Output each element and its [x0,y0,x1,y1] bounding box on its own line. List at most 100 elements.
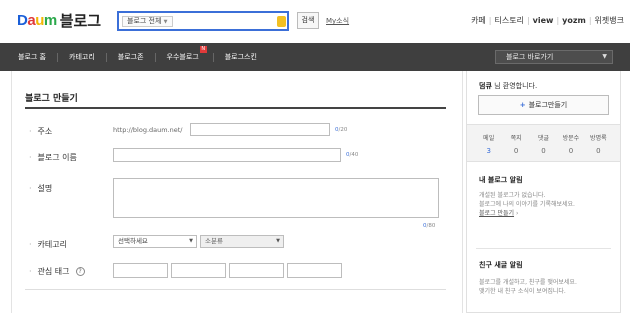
category-select-value: 선택하세요 [118,237,148,245]
subcategory-select-value: 소분류 [205,237,223,245]
subcategory-select[interactable]: 소분류 ▼ [200,235,284,248]
address-input[interactable] [190,123,330,136]
divider [57,52,58,62]
logo-letter-d: D [17,12,28,29]
link-tistory[interactable]: 티스토리 [495,15,524,26]
search-scope-label: 블로그 전체 [127,17,162,25]
stat-value: 3 [486,147,491,155]
tag-input-2[interactable] [171,263,226,278]
chevron-down-icon: ▼ [276,238,280,244]
stat-label: 메일 [483,135,495,142]
stat-label: 방명록 [590,135,607,142]
nav-best-blogs[interactable]: 우수블로그 N [167,46,207,62]
top-header: Daum 블로그 블로그 전체 ▼ 검색 My소식 카페 | 티스토리 | vi… [0,0,630,43]
description-label: 설명 [29,183,53,194]
friend-posts-title: 친구 새글 알림 [479,261,523,269]
nav-blog-zone[interactable]: 블로그존 [118,52,144,62]
link-yozm[interactable]: yozm [562,16,586,25]
new-badge: N [199,46,207,53]
address-counter: 0/20 [335,127,347,133]
stat-notes[interactable]: 쪽지 0 [502,125,529,161]
blog-name-counter: 0/40 [346,152,358,158]
blog-name-input[interactable] [113,148,341,162]
my-blog-alert-line2: 블로그에 나의 이야기를 기록해보세요. [479,201,575,208]
page-title: 블로그 만들기 [25,94,78,104]
blog-logo-text: 블로그 [59,12,102,30]
divider: | [526,16,530,25]
search-scope-select[interactable]: 블로그 전체 ▼ [122,16,173,27]
stat-mail[interactable]: 메일 3 [475,125,502,161]
link-cafe[interactable]: 카페 [471,15,486,26]
search-box: 블로그 전체 ▼ [117,11,289,31]
friend-posts-text: 블로그를 개설하고, 친구를 맺어보세요. 맺기한 내 친구 소식이 보여집니다… [479,278,614,296]
service-links: 카페 | 티스토리 | view | yozm | 위젯뱅크 [471,15,624,26]
chevron-right-icon: › [514,210,519,217]
description-counter: 0/80 [423,223,435,229]
main-nav: 블로그 홈 카테고리 블로그존 우수블로그 N 블로그스킨 블로그 바로가기 ▼ [0,43,630,71]
tag-input-1[interactable] [113,263,168,278]
welcome-message: 덤큐 님 환영합니다. [479,81,537,91]
tag-input-4[interactable] [287,263,342,278]
stat-label: 방문수 [562,135,580,142]
search-input[interactable] [179,15,279,28]
divider [105,52,107,62]
link-widgetbank[interactable]: 위젯뱅크 [595,15,624,26]
title-divider [25,107,446,109]
address-max: /20 [338,127,348,133]
blog-shortcut-label: 블로그 바로가기 [506,53,554,61]
category-select[interactable]: 선택하세요 ▼ [113,235,197,248]
plus-icon: + [519,101,526,109]
interest-tags-label: 관심 태그? [29,266,85,277]
search-button[interactable]: 검색 [297,12,319,29]
address-prefix: http://blog.daum.net/ [113,126,183,134]
make-blog-button[interactable]: + 블로그만들기 [478,95,609,115]
stat-label: 댓글 [537,135,550,142]
chevron-down-icon: ▼ [189,238,193,244]
chevron-down-icon: ▼ [602,53,607,60]
search-icon[interactable] [277,16,286,27]
username: 덤큐 [479,82,492,90]
my-blog-alert-text: 개설된 블로그가 없습니다. 블로그에 나의 이야기를 기록해보세요. 블로그 … [479,191,614,218]
category-label: 카테고리 [29,239,67,250]
my-blog-alert-line1: 개설된 블로그가 없습니다. [479,192,546,199]
interest-tags-text: 관심 태그 [37,267,70,276]
stat-comments[interactable]: 댓글 0 [530,125,557,161]
link-view[interactable]: view [533,16,554,25]
logo-letter-m: m [43,12,57,29]
daum-blog-logo[interactable]: Daum 블로그 [17,10,101,31]
make-blog-label: 블로그만들기 [528,101,568,109]
address-label: 주소 [29,126,53,137]
divider: | [488,16,492,25]
divider [154,52,156,62]
stat-value: 0 [541,147,546,155]
nav-items: 블로그 홈 카테고리 블로그존 우수블로그 N 블로그스킨 [18,43,257,71]
daum-logo-text: Daum [17,12,57,29]
my-news-link[interactable]: My소식 [326,16,349,26]
stat-visits[interactable]: 방문수 0 [557,125,584,161]
stat-value: 0 [513,147,519,155]
description-max: /80 [426,223,436,229]
welcome-text: 님 환영합니다. [491,82,538,90]
stat-value: 0 [596,147,601,155]
blog-name-max: /40 [349,152,359,158]
chevron-down-icon: ▼ [163,19,168,25]
form-bottom-divider [25,289,446,290]
stat-label: 쪽지 [510,135,522,142]
nav-blog-skin[interactable]: 블로그스킨 [225,52,257,62]
stat-value: 0 [568,147,574,155]
logo-letter-u: u [35,12,44,29]
description-textarea[interactable] [113,178,439,218]
my-blog-alert-title: 내 블로그 알림 [479,176,523,184]
blog-shortcut-select[interactable]: 블로그 바로가기 ▼ [495,50,613,64]
stat-guestbook[interactable]: 방명록 0 [585,125,612,161]
help-icon[interactable]: ? [75,267,85,276]
divider: | [588,16,592,25]
make-blog-link[interactable]: 블로그 만들기 [479,210,514,217]
nav-category[interactable]: 카테고리 [69,52,95,62]
stats-bar: 메일 3 쪽지 0 댓글 0 방문수 0 방명록 0 [467,124,620,162]
nav-blog-home[interactable]: 블로그 홈 [18,52,46,62]
blog-name-label: 블로그 이름 [29,152,77,163]
divider [212,52,214,62]
divider: | [556,16,560,25]
tag-input-3[interactable] [229,263,284,278]
